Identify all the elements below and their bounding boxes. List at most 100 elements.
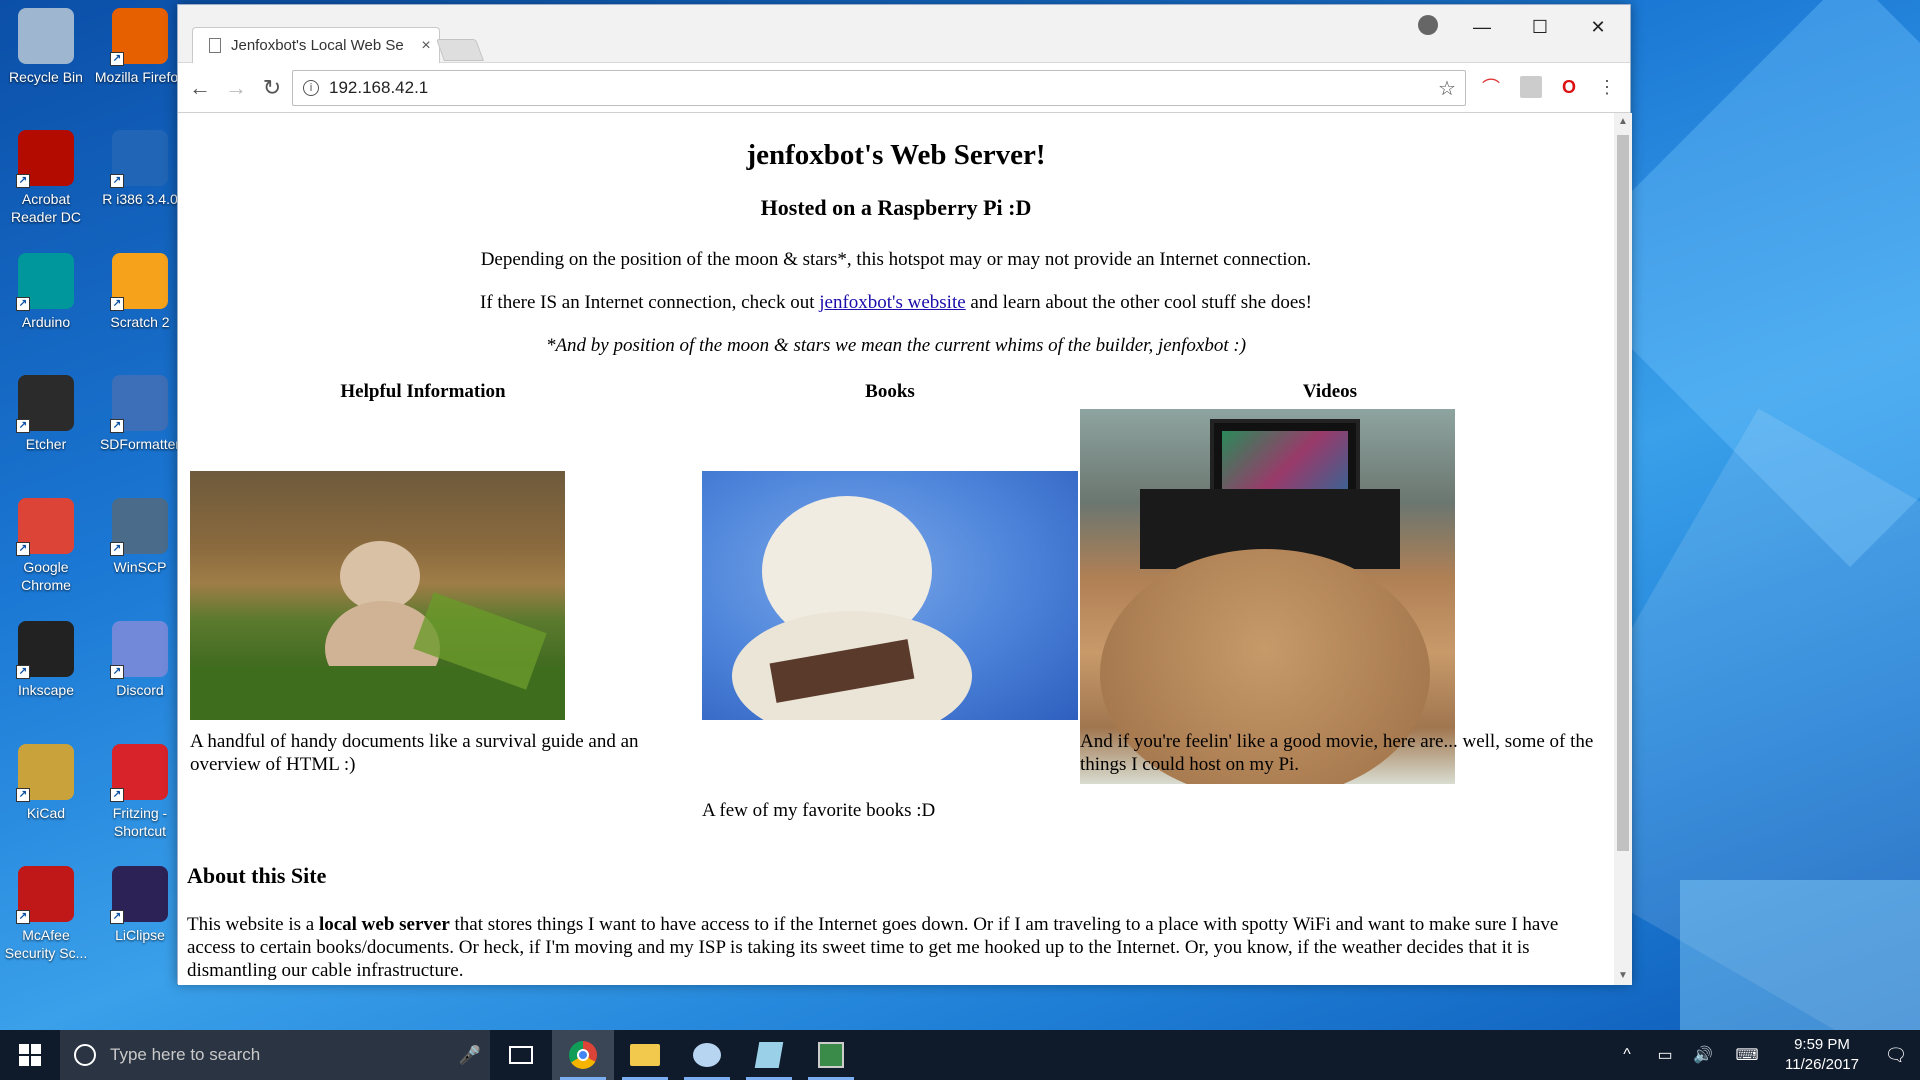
firefox-icon: ↗ [110, 8, 168, 66]
desktop-icon[interactable]: ↗ Arduino [0, 253, 92, 331]
kicad-icon: ↗ [16, 744, 74, 802]
helpful-info-image[interactable] [190, 471, 565, 720]
info-icon[interactable]: i [303, 80, 319, 96]
page-title: jenfoxbot's Web Server! [746, 139, 1046, 171]
keyboard-icon[interactable]: ⌨ [1722, 1045, 1772, 1065]
shortcut-arrow-icon: ↗ [110, 542, 124, 556]
desktop-icon-label: Mozilla Firefox [94, 69, 186, 85]
winscp-icon: ↗ [110, 498, 168, 556]
windows-logo-icon [19, 1044, 41, 1066]
desktop-icon[interactable]: ↗ Etcher [0, 375, 92, 453]
extension-pdf-icon[interactable] [1520, 76, 1542, 98]
discord-icon: ↗ [110, 621, 168, 679]
about-paragraph: This website is a local web server that … [187, 913, 1597, 982]
desktop-icon[interactable]: ↗ McAfee Security Sc... [0, 866, 92, 962]
books-image[interactable] [702, 471, 1078, 720]
desktop-icon[interactable]: ↗ LiClipse [94, 866, 186, 944]
desktop-icon[interactable]: ↗ Acrobat Reader DC [0, 130, 92, 226]
network-tool-icon [818, 1042, 844, 1068]
inkscape-icon: ↗ [16, 621, 74, 679]
desktop-icon[interactable]: ↗ SDFormatter [94, 375, 186, 453]
desktop-icon[interactable]: ↗ Scratch 2 [94, 253, 186, 331]
shortcut-arrow-icon: ↗ [16, 174, 30, 188]
desktop-icon[interactable]: ↗ Inkscape [0, 621, 92, 699]
task-view-icon [509, 1046, 533, 1064]
browser-menu-icon[interactable]: ⋮ [1596, 76, 1618, 98]
desktop-icon[interactable]: ↗ R i386 3.4.0 [94, 130, 186, 208]
books-description: A few of my favorite books :D [702, 800, 936, 821]
address-bar[interactable]: i 192.168.42.1 ☆ [292, 70, 1466, 106]
desktop-icon-label: Scratch 2 [110, 314, 170, 330]
opera-extension-icon[interactable]: O [1558, 76, 1580, 98]
clock[interactable]: 9:59 PM 11/26/2017 [1772, 1035, 1872, 1075]
shortcut-arrow-icon: ↗ [110, 297, 124, 311]
taskbar-network-tool[interactable] [800, 1030, 862, 1080]
taskbar-search[interactable]: Type here to search 🎤 [60, 1030, 490, 1080]
taskbar-file-explorer[interactable] [614, 1030, 676, 1080]
desktop-icon[interactable]: ↗ Google Chrome [0, 498, 92, 594]
desktop-icon-label: KiCad [26, 805, 66, 821]
taskbar: Type here to search 🎤 ^ ▭ 🔊 ⌨ 9:59 PM 11… [0, 1030, 1920, 1080]
browser-tab[interactable]: Jenfoxbot's Local Web Se × [192, 27, 440, 63]
clock-date: 11/26/2017 [1785, 1056, 1859, 1073]
taskbar-paint[interactable] [676, 1030, 738, 1080]
bookmark-star-icon[interactable]: ☆ [1429, 76, 1465, 101]
show-hidden-icons-chevron-icon[interactable]: ^ [1608, 1046, 1646, 1064]
arduino-icon: ↗ [16, 253, 74, 311]
new-tab-button[interactable] [435, 39, 485, 61]
battery-icon[interactable]: ▭ [1646, 1045, 1684, 1065]
shortcut-arrow-icon: ↗ [16, 297, 30, 311]
shortcut-arrow-icon: ↗ [110, 174, 124, 188]
desktop-icon[interactable]: ↗ Fritzing - Shortcut [94, 744, 186, 840]
page-icon [209, 38, 221, 53]
desktop-icon[interactable]: ↗ Discord [94, 621, 186, 699]
desktop-icon[interactable]: ↗ KiCad [0, 744, 92, 822]
connection-text-end: and learn about the other cool stuff she… [965, 292, 1312, 313]
taskbar-chrome[interactable] [552, 1030, 614, 1080]
shortcut-arrow-icon: ↗ [16, 665, 30, 679]
liclipse-icon: ↗ [110, 866, 168, 924]
shortcut-arrow-icon: ↗ [110, 788, 124, 802]
page-subtitle: Hosted on a Raspberry Pi :D [760, 195, 1032, 220]
shortcut-arrow-icon: ↗ [110, 52, 124, 66]
back-button[interactable]: ← [182, 70, 218, 106]
reload-button[interactable]: ↻ [254, 70, 290, 106]
task-view-button[interactable] [490, 1030, 552, 1080]
videos-image[interactable] [1080, 409, 1455, 784]
microphone-icon[interactable]: 🎤 [450, 1045, 490, 1066]
scroll-down-arrow[interactable]: ▼ [1614, 967, 1632, 985]
cortana-icon [74, 1044, 96, 1066]
footnote: *And by position of the moon & stars we … [545, 335, 1247, 356]
website-link[interactable]: jenfoxbot's website [819, 292, 965, 313]
desktop-icon[interactable]: ↗ WinSCP [94, 498, 186, 576]
start-button[interactable] [0, 1030, 60, 1080]
connection-paragraph: If there IS an Internet connection, chec… [178, 292, 1614, 314]
sdformatter-icon: ↗ [110, 375, 168, 433]
about-text: This website is a [187, 914, 319, 935]
scroll-thumb[interactable] [1617, 135, 1629, 851]
desktop-icon[interactable]: ↗ Mozilla Firefox [94, 8, 186, 86]
recycle-bin-icon [18, 8, 74, 64]
tab-close-button[interactable]: × [413, 37, 439, 55]
scroll-up-arrow[interactable]: ▲ [1614, 113, 1632, 131]
desktop-icon-label: Discord [116, 682, 164, 698]
search-placeholder[interactable]: Type here to search [110, 1045, 450, 1065]
taskbar-notes[interactable] [738, 1030, 800, 1080]
action-center-icon[interactable]: 🗨 [1872, 1045, 1920, 1066]
desktop-icon[interactable]: Recycle Bin [0, 8, 92, 86]
chrome-icon: ↗ [16, 498, 74, 556]
minimize-button[interactable]: — [1454, 13, 1510, 41]
page-scrollbar[interactable]: ▲ ▼ [1614, 113, 1632, 985]
about-bold: local web server [318, 914, 450, 935]
maximize-button[interactable]: ☐ [1512, 13, 1568, 41]
profile-icon[interactable] [1418, 15, 1438, 35]
desktop-icon-label: Fritzing - Shortcut [112, 805, 168, 839]
mcafee-icon: ↗ [16, 866, 74, 924]
forward-button[interactable]: → [218, 70, 254, 106]
close-window-button[interactable]: ✕ [1570, 13, 1626, 41]
extension-chart-icon[interactable]: ⌒ [1480, 76, 1502, 98]
shortcut-arrow-icon: ↗ [110, 665, 124, 679]
volume-icon[interactable]: 🔊 [1684, 1045, 1722, 1065]
url-text[interactable]: 192.168.42.1 [329, 78, 1429, 98]
title-bar: Jenfoxbot's Local Web Se × — ☐ ✕ [178, 5, 1630, 63]
